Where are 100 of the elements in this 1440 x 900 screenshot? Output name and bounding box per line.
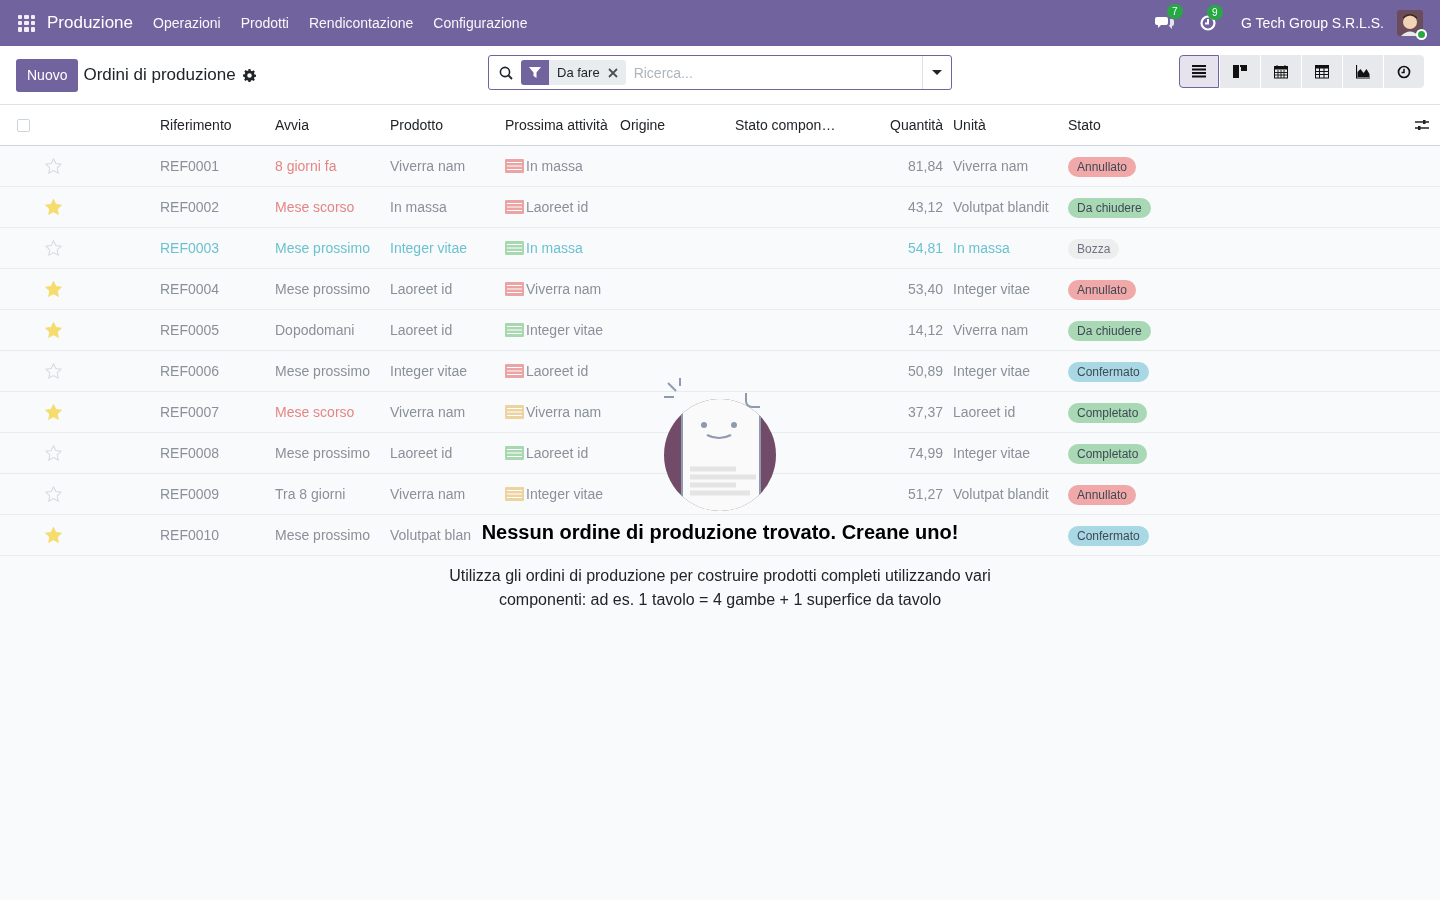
graph-icon[interactable] bbox=[1356, 64, 1370, 79]
column-header[interactable]: Avvia bbox=[275, 114, 390, 136]
kanban-view-button[interactable] bbox=[1220, 55, 1260, 88]
activity-summary: Laoreet id bbox=[526, 443, 589, 463]
quantity-cell: 50,89 bbox=[907, 362, 943, 379]
date-cell: Mese prossimo bbox=[275, 444, 370, 461]
search-icon bbox=[499, 65, 513, 80]
quantity-cell: 74,99 bbox=[907, 444, 943, 461]
product-cell: Viverra nam bbox=[390, 403, 466, 420]
search-field[interactable]: Da fare Ricerca... bbox=[488, 55, 952, 90]
status-badge: Da chiudere bbox=[1068, 320, 1151, 341]
column-header[interactable]: Riferimento bbox=[160, 114, 275, 136]
activity-summary: Integer vitae bbox=[526, 320, 604, 340]
column-header[interactable]: Stato bbox=[1068, 114, 1183, 136]
pivot-view-button[interactable] bbox=[1302, 55, 1342, 88]
star-icon[interactable] bbox=[45, 486, 62, 502]
reference-cell: REF0001 bbox=[160, 157, 220, 174]
empty-description: Utilizza gli ordini di produzione per costruire prodotti completi utilizzando vari componenti: ad es. 1 tavolo = 4 gambe + 1 superfice da tavolo bbox=[448, 566, 992, 610]
activity-summary: Laoreet id bbox=[526, 361, 589, 381]
star-icon[interactable] bbox=[45, 322, 62, 338]
reference-cell: REF0004 bbox=[160, 280, 220, 297]
unit-cell: Viverra nam bbox=[953, 321, 1029, 338]
star-icon[interactable] bbox=[45, 281, 62, 297]
date-cell: Mese scorso bbox=[275, 403, 355, 420]
column-header[interactable]: Origine bbox=[620, 114, 735, 136]
star-icon[interactable] bbox=[45, 445, 62, 461]
quantity-cell: 54,81 bbox=[907, 239, 943, 256]
star-icon[interactable] bbox=[45, 199, 62, 215]
list-icon[interactable] bbox=[1192, 64, 1206, 79]
activity-summary: Viverra nam bbox=[526, 279, 602, 299]
status-badge: Annullato bbox=[1068, 279, 1137, 300]
star-icon[interactable] bbox=[45, 158, 62, 174]
quantity-cell: 53,40 bbox=[907, 280, 943, 297]
pivot-icon[interactable] bbox=[1315, 64, 1329, 79]
product-cell: Integer vitae bbox=[390, 239, 468, 256]
calendar-icon[interactable] bbox=[1274, 64, 1288, 79]
facet-label: Da fare bbox=[556, 63, 601, 82]
star-icon[interactable] bbox=[45, 404, 62, 420]
apps-menu-icon[interactable] bbox=[18, 14, 35, 32]
activity-view-button[interactable] bbox=[1384, 55, 1424, 88]
new-button[interactable]: Nuovo bbox=[16, 58, 79, 92]
activity-summary: Viverra nam bbox=[526, 402, 602, 422]
company-name[interactable]: G Tech Group S.R.L.S. bbox=[1241, 12, 1384, 34]
status-badge: Completato bbox=[1068, 443, 1148, 464]
quantity-cell: 14,12 bbox=[907, 321, 943, 338]
unit-cell: Viverra nam bbox=[953, 157, 1029, 174]
unit-cell: Laoreet id bbox=[953, 403, 1016, 420]
app-title[interactable]: Produzione bbox=[47, 10, 133, 36]
product-cell: Viverra nam bbox=[390, 485, 466, 502]
column-header[interactable]: Prossima attività bbox=[505, 114, 620, 136]
page-title: Ordini di produzione bbox=[83, 64, 236, 87]
unit-cell: Integer vitae bbox=[953, 444, 1031, 461]
caret-icon[interactable] bbox=[932, 69, 942, 76]
list-view-button[interactable] bbox=[1179, 55, 1219, 88]
quantity-cell: 81,84 bbox=[907, 157, 943, 174]
quantity-cell: 37,37 bbox=[907, 403, 943, 420]
star-icon[interactable] bbox=[45, 363, 62, 379]
star-icon[interactable] bbox=[45, 240, 62, 256]
close-icon[interactable] bbox=[607, 67, 618, 78]
reference-cell: REF0002 bbox=[160, 198, 220, 215]
reference-cell: REF0010 bbox=[160, 526, 220, 543]
date-cell: 8 giorni fa bbox=[275, 157, 337, 174]
product-cell: In massa bbox=[390, 198, 447, 215]
activities-icon[interactable] bbox=[1199, 14, 1218, 32]
column-header[interactable]: Unità bbox=[953, 114, 1068, 136]
menu-item[interactable]: Rendicontazione bbox=[298, 12, 424, 34]
star-icon[interactable] bbox=[45, 527, 62, 543]
reference-cell: REF0003 bbox=[160, 239, 220, 256]
select-all-checkbox[interactable] bbox=[17, 118, 30, 132]
activity-count: 9 bbox=[1207, 5, 1223, 20]
reference-cell: REF0007 bbox=[160, 403, 220, 420]
filter-facet[interactable]: Da fare bbox=[521, 60, 626, 85]
menu-item[interactable]: Configurazione bbox=[423, 12, 538, 34]
column-header[interactable]: Stato compon… bbox=[735, 114, 850, 136]
calendar-view-button[interactable] bbox=[1261, 55, 1301, 88]
settings-icon[interactable] bbox=[242, 68, 256, 82]
column-options-icon[interactable] bbox=[1415, 119, 1429, 131]
message-count: 7 bbox=[1167, 4, 1183, 19]
date-cell: Mese prossimo bbox=[275, 526, 370, 543]
date-cell: Mese prossimo bbox=[275, 280, 370, 297]
kanban-icon[interactable] bbox=[1233, 64, 1247, 79]
date-cell: Mese scorso bbox=[275, 198, 355, 215]
unit-cell: Volutpat blandit bbox=[953, 485, 1049, 502]
unit-cell: In massa bbox=[953, 239, 1010, 256]
menu-item[interactable]: Prodotti bbox=[230, 12, 299, 34]
activity-icon[interactable] bbox=[1397, 64, 1411, 79]
product-cell: Laoreet id bbox=[390, 321, 453, 338]
column-header[interactable]: Prodotto bbox=[390, 114, 505, 136]
product-cell: Laoreet id bbox=[390, 280, 453, 297]
product-cell: Viverra nam bbox=[390, 157, 466, 174]
filter-icon bbox=[521, 60, 549, 85]
reference-cell: REF0005 bbox=[160, 321, 220, 338]
column-header[interactable]: Quantità bbox=[850, 114, 953, 136]
menu-item[interactable]: Operazioni bbox=[143, 12, 231, 34]
activity-summary: Integer vitae bbox=[526, 484, 604, 504]
status-badge: Confermato bbox=[1068, 361, 1149, 382]
graph-view-button[interactable] bbox=[1343, 55, 1383, 88]
unit-cell: Volutpat blandit bbox=[953, 198, 1049, 215]
unit-cell: Integer vitae bbox=[953, 362, 1031, 379]
search-input[interactable]: Ricerca... bbox=[633, 56, 922, 89]
